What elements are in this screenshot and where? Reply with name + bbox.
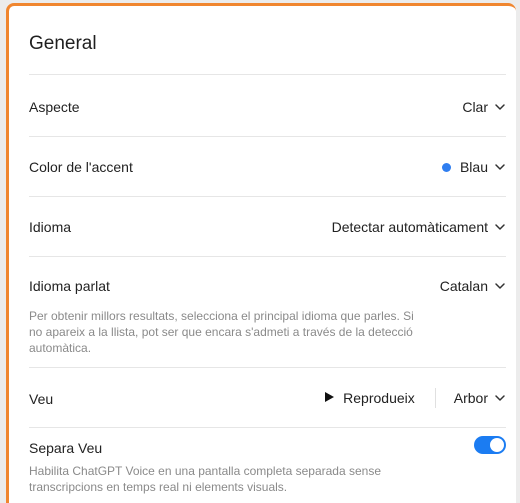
separate-voice-label: Separa Veu xyxy=(29,440,103,456)
language-dropdown[interactable]: Detectar automàticament xyxy=(332,219,506,235)
divider xyxy=(29,136,506,137)
settings-panel: General Aspecte Clar Color de l'accent B… xyxy=(6,3,516,503)
window-frame: General Aspecte Clar Color de l'accent B… xyxy=(0,0,520,503)
accent-color-label: Color de l'accent xyxy=(29,159,133,175)
play-voice-label: Reprodueix xyxy=(343,390,415,406)
chevron-down-icon xyxy=(494,280,506,292)
help-line: no apareix a la llista, pot ser que enca… xyxy=(29,325,413,339)
chevron-down-icon xyxy=(494,392,506,404)
divider xyxy=(29,74,506,75)
language-label: Idioma xyxy=(29,219,72,235)
toggle-knob xyxy=(490,438,504,452)
spoken-language-help: Per obtenir millors resultats, seleccion… xyxy=(29,308,469,356)
divider xyxy=(29,367,506,368)
section-title: General xyxy=(29,33,97,54)
separate-voice-help: Habilita ChatGPT Voice en una pantalla c… xyxy=(29,463,469,495)
divider xyxy=(29,427,506,428)
chevron-down-icon xyxy=(494,101,506,113)
spoken-language-value: Catalan xyxy=(439,278,488,294)
play-voice-button[interactable]: Reprodueix xyxy=(323,390,415,406)
chevron-down-icon xyxy=(494,221,506,233)
help-line: Habilita ChatGPT Voice en una pantalla c… xyxy=(29,464,382,478)
help-line: transcripcions en temps real ni elements… xyxy=(29,480,288,494)
voice-value: Arbor xyxy=(453,390,488,406)
divider xyxy=(29,196,506,197)
play-icon xyxy=(323,390,335,406)
divider xyxy=(29,256,506,257)
accent-color-dot xyxy=(441,162,451,172)
help-line: automàtica. xyxy=(29,341,92,355)
spoken-language-label: Idioma parlat xyxy=(29,278,110,294)
voice-dropdown[interactable]: Arbor xyxy=(454,390,506,406)
accent-color-value: Blau xyxy=(459,159,488,175)
separate-voice-toggle[interactable] xyxy=(474,436,506,454)
appearance-dropdown[interactable]: Clar xyxy=(462,99,506,115)
spoken-language-dropdown[interactable]: Catalan xyxy=(440,278,506,294)
help-line: Per obtenir millors resultats, seleccion… xyxy=(29,309,414,323)
appearance-value: Clar xyxy=(462,99,488,115)
voice-label: Veu xyxy=(29,391,54,407)
accent-color-dropdown[interactable]: Blau xyxy=(441,159,506,175)
divider xyxy=(434,388,436,408)
language-value: Detectar automàticament xyxy=(331,219,488,235)
appearance-label: Aspecte xyxy=(29,99,80,115)
chevron-down-icon xyxy=(494,161,506,173)
voice-controls: Reprodueix Arbor xyxy=(323,387,506,409)
